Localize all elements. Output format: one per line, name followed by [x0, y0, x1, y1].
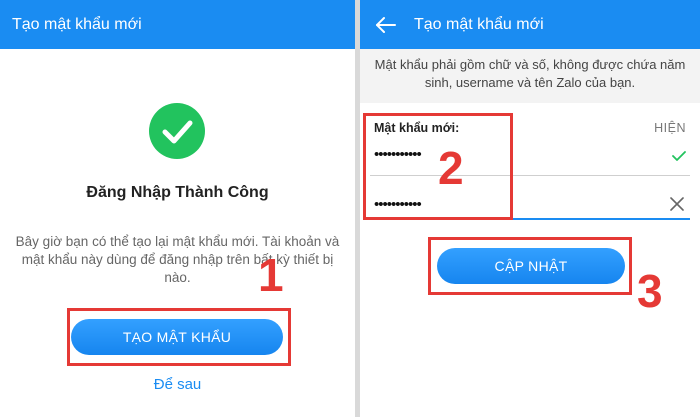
arrow-left-icon[interactable] — [374, 15, 398, 35]
step-number-1: 1 — [258, 249, 284, 301]
success-title: Đăng Nhập Thành Công — [86, 184, 269, 201]
show-password-toggle[interactable]: HIỆN — [654, 121, 686, 135]
left-header-title: Tạo mật khẩu mới — [12, 15, 142, 33]
check-circle-icon — [149, 103, 205, 159]
highlight-box-create — [67, 308, 291, 366]
hint-area: Mật khẩu phải gồm chữ và số, không được … — [360, 49, 700, 103]
password-hint: Mật khẩu phải gồm chữ và số, không được … — [374, 57, 686, 90]
step-number-2: 2 — [438, 142, 464, 194]
check-icon — [672, 149, 686, 161]
later-link[interactable]: Để sau — [0, 376, 355, 393]
step-number-3: 3 — [637, 265, 663, 317]
left-header: Tạo mật khẩu mới — [0, 0, 355, 49]
right-header: Tạo mật khẩu mới — [360, 0, 700, 49]
highlight-box-update — [428, 237, 632, 295]
close-icon[interactable] — [670, 197, 684, 211]
success-description: Bây giờ bạn có thể tạo lại mật khẩu mới.… — [15, 234, 340, 285]
right-header-title: Tạo mật khẩu mới — [414, 15, 544, 33]
